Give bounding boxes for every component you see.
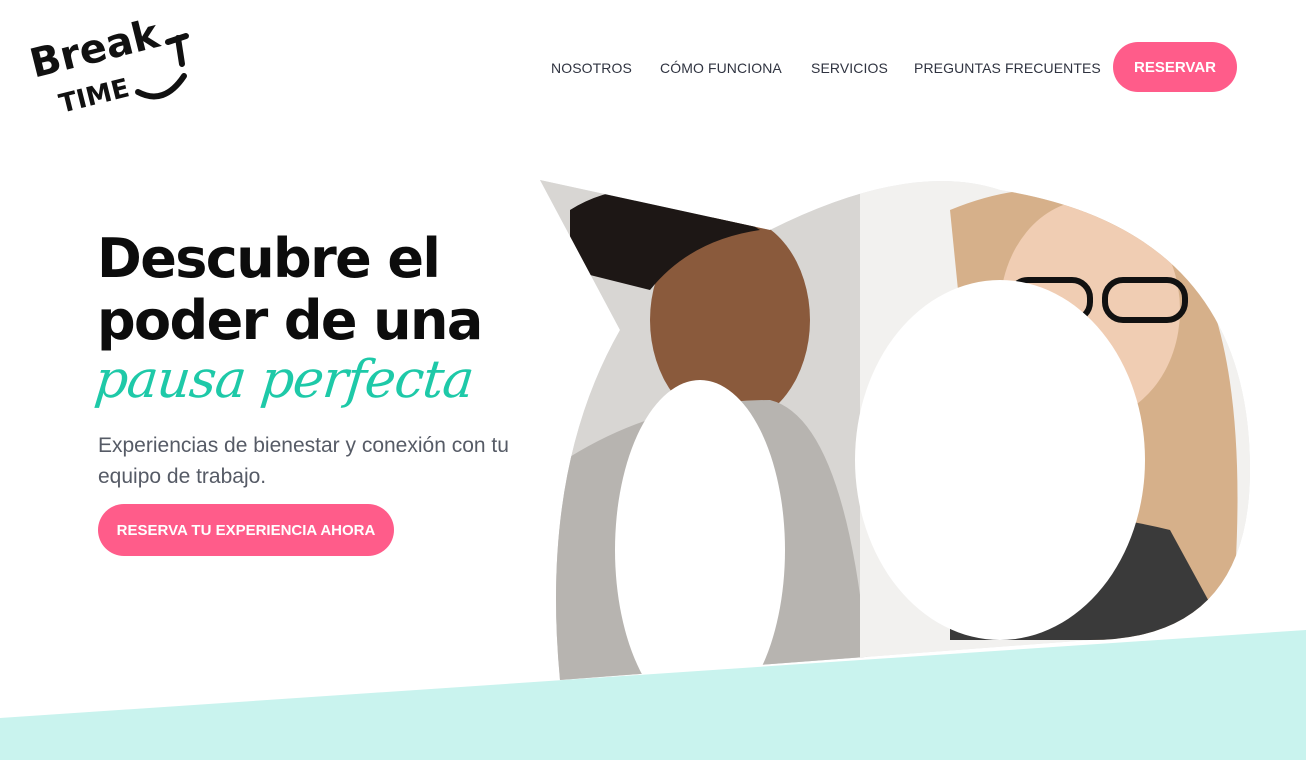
- reservar-button[interactable]: RESERVAR: [1113, 42, 1237, 92]
- logo-wordmark-top: Break: [28, 14, 165, 87]
- nav-link-nosotros[interactable]: NOSOTROS: [551, 60, 632, 76]
- logo-smile-icon: [135, 73, 187, 100]
- hero-subtitle: Experiencias de bienestar y conexión con…: [98, 434, 509, 488]
- brand-logo[interactable]: Break TIME: [28, 14, 200, 118]
- hero-title-line2: poder de una: [97, 289, 483, 352]
- nav-link-servicios[interactable]: SERVICIOS: [811, 60, 888, 76]
- logo-wordmark-bottom: TIME: [56, 73, 132, 118]
- hero-title: Descubre el poder de una: [97, 227, 483, 352]
- hero-script-text: pausa perfecta: [91, 350, 477, 410]
- hero-title-line1: Descubre el: [97, 227, 441, 290]
- reserve-experience-button[interactable]: RESERVA TU EXPERIENCIA AHORA: [98, 504, 394, 556]
- logo-graphic: Break TIME: [28, 14, 189, 118]
- nav-link-como-funciona[interactable]: CÓMO FUNCIONA: [660, 60, 782, 76]
- logo-t-mark: [165, 33, 189, 67]
- nav-link-preguntas-frecuentes[interactable]: PREGUNTAS FRECUENTES: [914, 60, 1101, 76]
- teal-diagonal-band: [0, 620, 1306, 760]
- hero-image: [530, 170, 1270, 690]
